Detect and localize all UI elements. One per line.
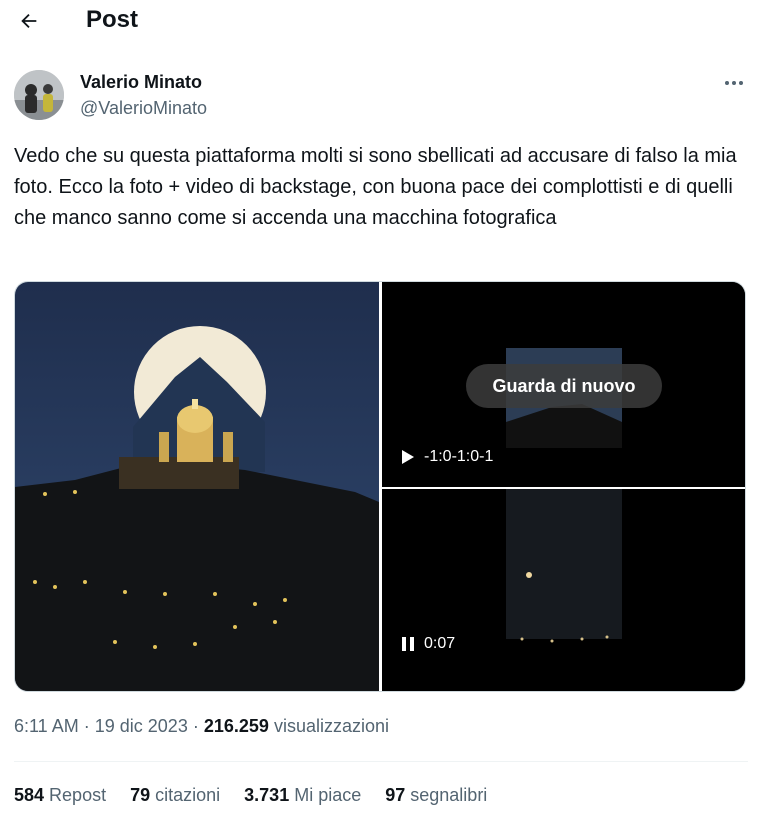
reposts-count: 584 xyxy=(14,785,45,805)
quotes-stat[interactable]: 79 citazioni xyxy=(130,785,220,806)
photo[interactable] xyxy=(15,282,379,691)
top-bar: Post xyxy=(0,0,768,40)
likes-count: 3.731 xyxy=(244,785,290,805)
video-2-time: 0:07 xyxy=(424,635,456,652)
play-button[interactable] xyxy=(402,450,414,464)
moon-over-basilica-photo xyxy=(15,282,379,691)
meta-separator: · xyxy=(192,716,199,736)
post-text: Vedo che su questa piattaforma molti si … xyxy=(14,145,737,229)
video-1-controls: -1:0-1:0-1 xyxy=(402,448,493,466)
more-button[interactable] xyxy=(718,70,750,96)
more-horizontal-icon xyxy=(725,81,743,85)
post-meta: 6:11 AM · 19 dic 2023 · 216.259 visualiz… xyxy=(14,716,389,737)
replay-button[interactable]: Guarda di nuovo xyxy=(466,364,662,408)
arrow-left-icon xyxy=(21,13,37,29)
video-frame-2 xyxy=(382,489,745,691)
video-1-time: -1:0-1:0-1 xyxy=(424,448,494,465)
play-icon xyxy=(402,450,414,464)
post-stats: 584 Repost 79 citazioni 3.731 Mi piace 97 se… xyxy=(14,785,511,806)
back-button[interactable] xyxy=(12,4,46,38)
reposts-label: Repost xyxy=(49,785,107,805)
page-title: Post xyxy=(86,6,139,33)
quotes-count: 79 xyxy=(130,785,151,805)
pause-button[interactable] xyxy=(402,637,414,651)
video-2-controls: 0:07 xyxy=(402,635,455,653)
avatar-image xyxy=(14,70,64,120)
bookmarks-stat[interactable]: 97 segnalibri xyxy=(385,785,487,806)
avatar[interactable] xyxy=(14,70,64,120)
author-handle[interactable]: @ValerioMinato xyxy=(80,98,207,119)
video-player-2[interactable]: 0:07 xyxy=(382,489,745,691)
views-label: visualizzazioni xyxy=(273,716,390,736)
views-count: 216.259 xyxy=(203,716,269,736)
pause-icon xyxy=(402,637,414,651)
quotes-label: citazioni xyxy=(155,785,221,805)
divider xyxy=(14,761,748,762)
post-date[interactable]: 19 dic 2023 xyxy=(95,716,188,736)
likes-label: Mi piace xyxy=(294,785,362,805)
meta-separator: · xyxy=(83,716,90,736)
author-name[interactable]: Valerio Minato xyxy=(80,72,202,93)
likes-stat[interactable]: 3.731 Mi piace xyxy=(244,785,361,806)
bookmarks-label: segnalibri xyxy=(410,785,488,805)
bookmarks-count: 97 xyxy=(385,785,406,805)
media-grid: Guarda di nuovo -1:0-1:0-1 0:07 xyxy=(14,281,746,692)
post-time[interactable]: 6:11 AM xyxy=(14,716,79,736)
video-player-1[interactable]: Guarda di nuovo -1:0-1:0-1 xyxy=(382,282,745,487)
reposts-stat[interactable]: 584 Repost xyxy=(14,785,106,806)
